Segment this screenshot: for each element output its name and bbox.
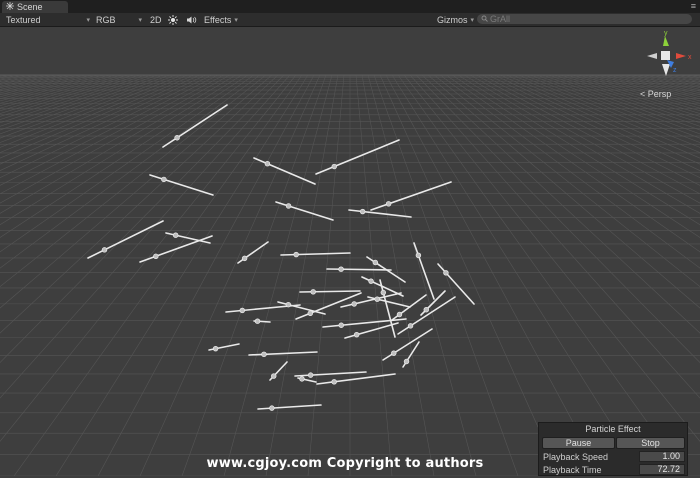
chevron-down-icon: ▾	[138, 16, 142, 24]
sword-hilt	[261, 351, 267, 358]
sword-particle	[299, 290, 361, 293]
panel-title: Particle Effect	[585, 424, 641, 434]
y-axis-label: y	[664, 30, 668, 37]
x-axis-cone[interactable]	[676, 53, 686, 59]
chevron-down-icon: ▾	[470, 16, 475, 24]
sword-hilt	[161, 176, 167, 183]
draw-mode-label: Textured	[6, 14, 41, 25]
sword-hilt	[443, 270, 449, 276]
sword-hilt	[407, 323, 414, 329]
window-menu-icon[interactable]: ≡	[691, 1, 696, 11]
sword-hilt	[374, 296, 380, 302]
sword-hilt	[331, 163, 337, 170]
chevron-left-icon: <	[640, 89, 646, 99]
sword-hilt	[415, 252, 422, 259]
sword-hilt	[153, 253, 159, 259]
sword-hilt	[403, 358, 410, 365]
search-icon	[481, 14, 488, 24]
mode-2d-toggle[interactable]: 2D	[150, 14, 162, 25]
sword-hilt	[212, 345, 219, 352]
chevron-down-icon: ▾	[86, 16, 90, 24]
sword-hilt	[239, 307, 245, 314]
sword-hilt	[396, 311, 403, 318]
render-mode-label: RGB	[96, 14, 116, 25]
draw-mode-dropdown[interactable]: Textured ▾	[6, 14, 90, 25]
sword-hilt	[285, 301, 292, 308]
sword-hilt	[391, 350, 397, 356]
sword-hilt	[359, 208, 366, 215]
speaker-icon[interactable]	[186, 14, 197, 25]
chevron-down-icon: ▾	[234, 16, 238, 24]
scene-viewport[interactable]	[0, 27, 700, 477]
neg-x-axis-cone[interactable]	[647, 53, 657, 59]
sword-hilt	[269, 405, 275, 411]
sword-hilt	[307, 310, 313, 316]
scene-canvas	[0, 27, 700, 477]
gizmos-label: Gizmos	[437, 14, 468, 25]
mode-2d-label: 2D	[150, 14, 162, 25]
sword-hilt	[353, 332, 360, 338]
gizmos-dropdown[interactable]: Gizmos ▾	[437, 14, 474, 25]
effects-dropdown[interactable]: Effects ▾	[204, 14, 238, 25]
render-mode-dropdown[interactable]: RGB ▾	[96, 14, 142, 25]
z-axis-label: z	[673, 67, 677, 74]
sword-hilt	[174, 135, 180, 141]
tab-scene[interactable]: Scene	[2, 1, 68, 13]
sword-hilt	[331, 379, 337, 385]
watermark-text: www.cgjoy.com Copyright to authors	[206, 456, 484, 471]
search-input[interactable]: GrAll	[477, 14, 692, 24]
sword-hilt	[338, 322, 344, 328]
sword-hilt	[338, 266, 344, 272]
y-axis-cone[interactable]	[663, 36, 669, 46]
sword-hilt	[380, 289, 386, 296]
sword-hilt	[368, 278, 374, 284]
sword-hilt	[101, 247, 108, 253]
x-axis-label: x	[688, 54, 692, 61]
sword-hilt	[307, 372, 314, 378]
scene-icon	[6, 2, 14, 12]
sword-hilt	[285, 203, 292, 209]
sword-hilt	[172, 232, 179, 238]
sword-hilt	[299, 376, 305, 382]
scene-toolbar: Textured ▾ RGB ▾ 2D Effects ▾ Gizmos ▾ G…	[0, 13, 700, 27]
stop-button[interactable]: Stop	[616, 437, 685, 449]
sword-hilt	[385, 201, 392, 207]
projection-label: Persp	[647, 89, 672, 99]
scene-orientation-gizmo[interactable]: y x z	[640, 28, 696, 88]
effects-label: Effects	[204, 14, 232, 25]
sword-hilt	[264, 161, 271, 167]
tab-bar: Scene ≡	[0, 0, 700, 13]
sword-hilt	[241, 255, 248, 262]
sword-hilt	[254, 318, 261, 324]
tab-title: Scene	[17, 2, 43, 12]
search-placeholder: GrAll	[490, 14, 510, 24]
sword-particle	[326, 268, 392, 271]
sun-icon[interactable]	[168, 14, 178, 25]
sword-hilt	[372, 259, 379, 266]
sword-hilt	[293, 251, 299, 258]
sword-hilt	[271, 373, 277, 379]
sword-hilt	[310, 289, 316, 295]
neg-y-axis-cone[interactable]	[662, 64, 670, 76]
pause-button[interactable]: Pause	[542, 437, 615, 449]
sword-hilt	[351, 301, 357, 307]
center-cube[interactable]	[661, 51, 670, 60]
projection-toggle[interactable]: < Persp	[640, 89, 671, 99]
sword-hilt	[423, 307, 429, 313]
